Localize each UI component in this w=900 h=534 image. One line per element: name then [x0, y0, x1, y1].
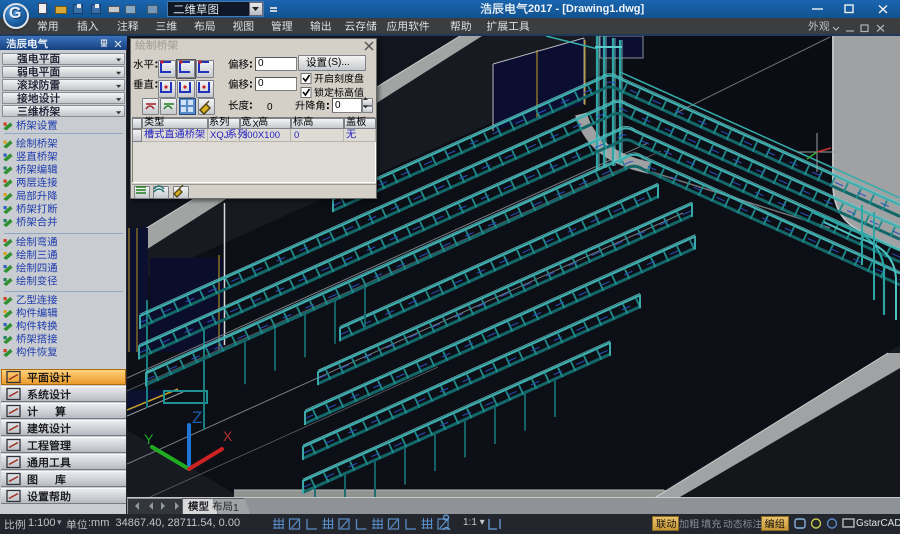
- svg-text:Y: Y: [144, 431, 154, 447]
- svg-text:Z: Z: [192, 408, 202, 427]
- svg-text:X: X: [223, 428, 233, 444]
